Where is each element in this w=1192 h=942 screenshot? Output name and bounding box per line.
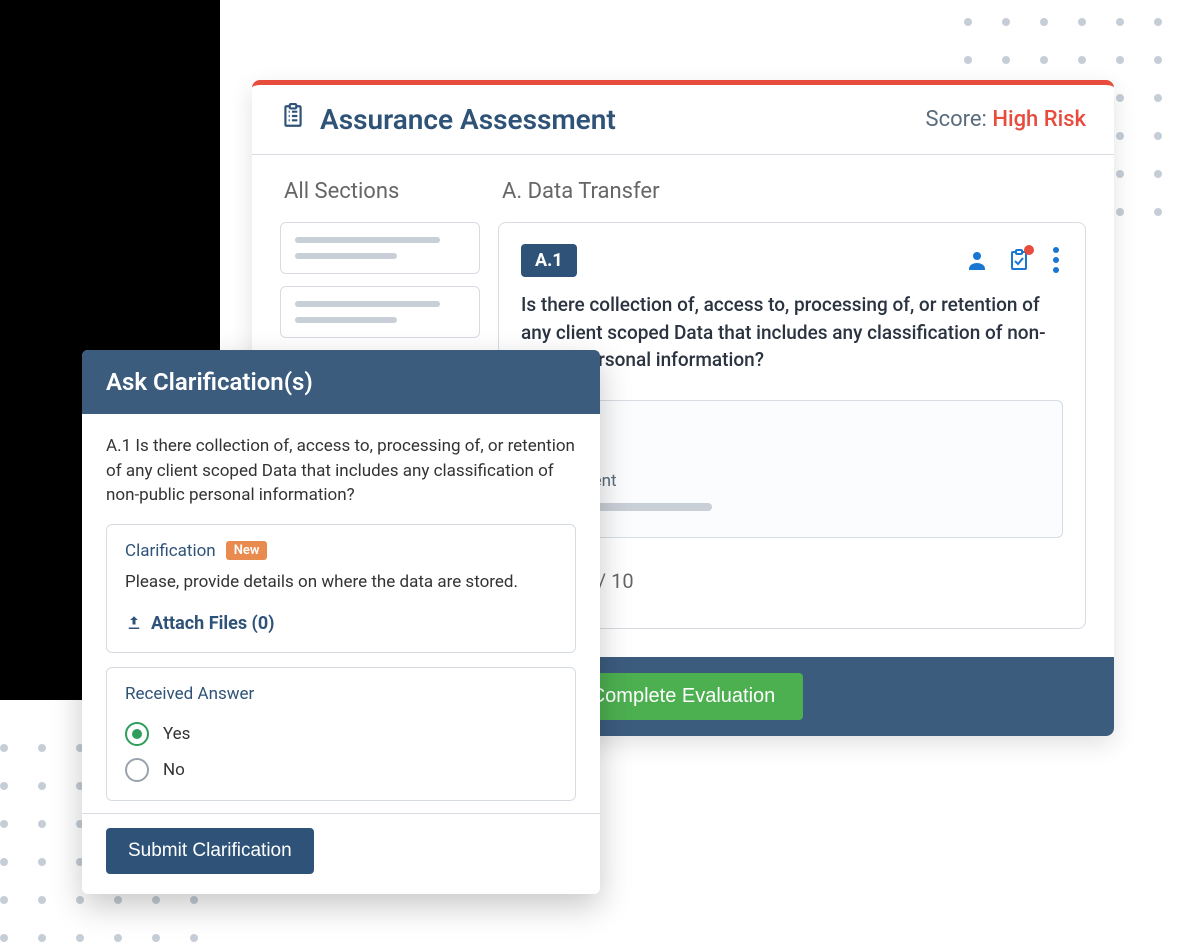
received-answer-label: Received Answer bbox=[125, 684, 557, 704]
clipboard-check-icon[interactable] bbox=[1007, 248, 1031, 272]
assessment-title: Assurance Assessment bbox=[320, 103, 616, 136]
clipboard-list-icon bbox=[280, 103, 306, 136]
clarification-modal: Ask Clarification(s) A.1 Is there collec… bbox=[82, 350, 600, 894]
assessment-header: Assurance Assessment Score: High Risk bbox=[252, 85, 1114, 155]
comment-label: Comment bbox=[542, 471, 1042, 491]
answer-option-yes-label: Yes bbox=[163, 724, 190, 744]
person-icon[interactable] bbox=[965, 248, 989, 272]
question-id-badge: A.1 bbox=[521, 244, 577, 277]
rating-max-label: / 10 bbox=[598, 569, 634, 593]
section-card[interactable] bbox=[280, 286, 480, 338]
clarification-header: Ask Clarification(s) bbox=[82, 350, 600, 414]
submit-clarification-button[interactable]: Submit Clarification bbox=[106, 828, 314, 874]
all-sections-label: All Sections bbox=[284, 179, 480, 204]
clarification-detail-box: Clarification New Please, provide detail… bbox=[106, 524, 576, 653]
score-display: Score: High Risk bbox=[926, 107, 1086, 132]
score-label: Score: bbox=[926, 107, 987, 132]
radio-icon bbox=[125, 722, 149, 746]
answer-option-no-label: No bbox=[163, 760, 185, 780]
received-answer-box: Received Answer Yes No bbox=[106, 667, 576, 801]
answer-option-no[interactable]: No bbox=[125, 752, 557, 788]
attach-files-label: Attach Files (0) bbox=[151, 613, 274, 634]
clarification-label: Clarification bbox=[125, 541, 216, 561]
radio-icon bbox=[125, 758, 149, 782]
upload-icon bbox=[125, 614, 143, 632]
section-title: A. Data Transfer bbox=[502, 179, 1086, 204]
answer-option-yes[interactable]: Yes bbox=[125, 716, 557, 752]
more-menu-icon[interactable] bbox=[1049, 243, 1063, 277]
section-card[interactable] bbox=[280, 222, 480, 274]
comment-field[interactable]: Comment bbox=[521, 400, 1063, 538]
clarification-text: Please, provide details on where the dat… bbox=[125, 571, 557, 595]
attach-files-link[interactable]: Attach Files (0) bbox=[125, 613, 557, 634]
clarification-question-ref: A.1 Is there collection of, access to, p… bbox=[106, 434, 576, 508]
score-value: High Risk bbox=[992, 107, 1086, 132]
new-badge: New bbox=[226, 541, 268, 560]
question-text: Is there collection of, access to, proce… bbox=[521, 291, 1063, 374]
